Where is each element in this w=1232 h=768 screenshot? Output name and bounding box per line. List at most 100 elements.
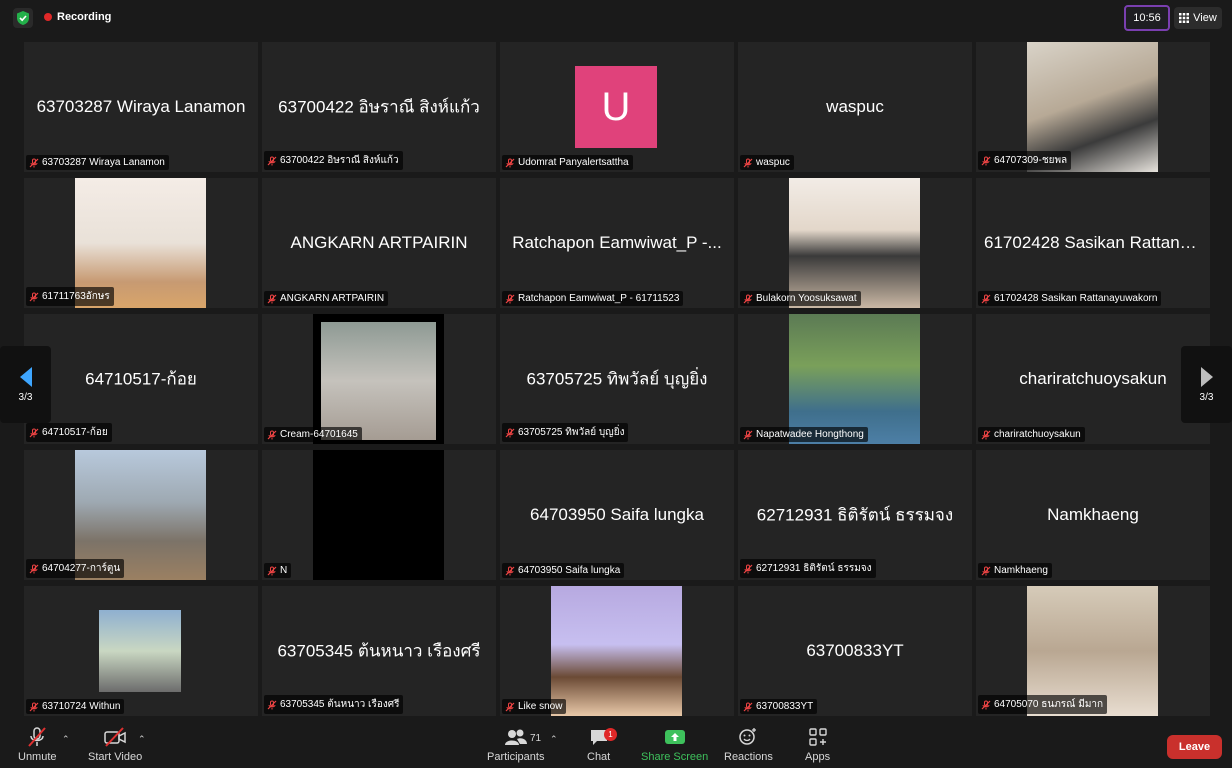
participant-photo	[313, 314, 444, 444]
next-page-button[interactable]: 3/3	[1181, 346, 1232, 423]
reactions-button[interactable]: Reactions	[724, 726, 773, 763]
participant-label: Cream-64701645	[264, 427, 362, 442]
audio-options-caret-icon[interactable]: ⌃	[62, 734, 70, 745]
participant-tile[interactable]: Namkhaeng Namkhaeng	[976, 450, 1210, 580]
mic-off-icon	[743, 294, 753, 303]
participant-tile[interactable]: ANGKARN ARTPAIRIN ANGKARN ARTPAIRIN	[262, 178, 496, 308]
participant-tile[interactable]: chariratchuoysakun chariratchuoysakun	[976, 314, 1210, 444]
participant-label: ANGKARN ARTPAIRIN	[264, 291, 389, 306]
participant-name: Bulakorn Yoosuksawat	[756, 293, 857, 304]
participant-tile[interactable]: 63705725 ทิพวัลย์ บุญยิ่ง 63705725 ทิพวั…	[500, 314, 734, 444]
participant-label: 63700422 อิษราณี สิงห์แก้ว	[264, 151, 403, 170]
share-screen-button[interactable]: Share Screen	[641, 726, 708, 763]
participant-tile[interactable]: 63703287 Wiraya Lanamon 63703287 Wiraya …	[24, 42, 258, 172]
photo-inner	[321, 322, 436, 440]
mic-off-icon	[981, 700, 991, 709]
view-button[interactable]: View	[1174, 7, 1222, 29]
participant-photo	[99, 610, 181, 692]
mic-off-icon	[505, 428, 515, 437]
participant-name: 63710724 Withun	[42, 701, 121, 712]
participant-display-name: waspuc	[826, 97, 884, 116]
video-options-caret-icon[interactable]: ⌃	[138, 734, 146, 745]
participants-icon	[504, 729, 527, 745]
participants-label: Participants	[487, 751, 545, 763]
participant-tile[interactable]: N	[262, 450, 496, 580]
participant-tile[interactable]: Bulakorn Yoosuksawat	[738, 178, 972, 308]
reactions-label: Reactions	[724, 751, 773, 763]
mic-off-icon	[267, 430, 277, 439]
participant-label: 63705725 ทิพวัลย์ บุญยิ่ง	[502, 423, 629, 442]
meeting-toolbar: Unmute ⌃ Start Video ⌃ Participants 71 ⌃…	[0, 722, 1232, 768]
mic-off-icon	[505, 702, 515, 711]
participant-tile[interactable]: 64703950 Saifa lungka 64703950 Saifa lun…	[500, 450, 734, 580]
participant-label: Like snow	[502, 699, 567, 714]
meeting-timer: 10:56	[1124, 5, 1170, 31]
participant-label: Namkhaeng	[978, 563, 1052, 578]
participant-label: 63703287 Wiraya Lanamon	[26, 155, 169, 170]
previous-page-button[interactable]: 3/3	[0, 346, 51, 423]
participant-display-name: 64703950 Saifa lungka	[530, 505, 704, 524]
mic-off-icon	[267, 566, 277, 575]
participant-tile[interactable]: waspuc waspuc	[738, 42, 972, 172]
video-off-icon	[104, 727, 126, 747]
participant-name: ANGKARN ARTPAIRIN	[280, 293, 385, 304]
apps-label: Apps	[805, 751, 831, 763]
share-screen-label: Share Screen	[641, 751, 709, 763]
participant-tile[interactable]: 61702428 Sasikan Rattana... 61702428 Sas…	[976, 178, 1210, 308]
mic-off-icon	[267, 156, 277, 165]
mic-off-icon	[505, 566, 515, 575]
view-label: View	[1193, 12, 1217, 24]
participant-tile[interactable]: 63700422 อิษราณี สิงห์แก้ว 63700422 อิษร…	[262, 42, 496, 172]
participant-label: chariratchuoysakun	[978, 427, 1085, 442]
mic-muted-icon	[28, 727, 47, 747]
participant-display-name: 62712931 ธิติรัตน์ ธรรมจง	[756, 505, 954, 525]
participant-tile[interactable]: Ratchapon Eamwiwat_P -... Ratchapon Eamw…	[500, 178, 734, 308]
participant-tile[interactable]: 64704277-การ์ตูน	[24, 450, 258, 580]
participant-display-name: 63700833YT	[806, 641, 904, 660]
chat-button[interactable]: 1 Chat	[587, 726, 617, 763]
participant-label: 61711763อักษร	[26, 287, 114, 306]
participant-tile[interactable]: 64707309-ชยพล	[976, 42, 1210, 172]
participant-name: 61702428 Sasikan Rattanayuwakorn	[994, 293, 1158, 304]
security-shield-icon[interactable]	[13, 8, 33, 28]
participant-tile[interactable]: U Udomrat Panyalertsattha	[500, 42, 734, 172]
participant-label: 63705345 ต้นหนาว เรืองศรี	[264, 695, 404, 714]
participants-caret-icon[interactable]: ⌃	[550, 734, 558, 745]
mic-off-icon	[267, 700, 277, 709]
top-bar: Recording 10:56 View	[0, 0, 1232, 36]
participant-display-name: 63705725 ทิพวัลย์ บุญยิ่ง	[526, 369, 708, 389]
apps-icon	[808, 728, 827, 746]
chat-label: Chat	[587, 751, 611, 763]
participant-label: Napatwadee Hongthong	[740, 427, 868, 442]
participant-tile[interactable]: Like snow	[500, 586, 734, 716]
share-screen-icon	[664, 730, 685, 744]
participant-tile[interactable]: 62712931 ธิติรัตน์ ธรรมจง 62712931 ธิติร…	[738, 450, 972, 580]
participant-name: Ratchapon Eamwiwat_P - 61711523	[518, 293, 680, 304]
participant-tile[interactable]: 64710517-ก้อย 64710517-ก้อย	[24, 314, 258, 444]
participant-tile[interactable]: 63705345 ต้นหนาว เรืองศรี 63705345 ต้นหน…	[262, 586, 496, 716]
recording-label: Recording	[57, 11, 112, 23]
unmute-button[interactable]: Unmute	[18, 726, 57, 763]
participant-tile[interactable]: 61711763อักษร	[24, 178, 258, 308]
apps-button[interactable]: Apps	[805, 726, 830, 763]
mic-off-icon	[743, 702, 753, 711]
start-video-button[interactable]: Start Video	[88, 726, 142, 763]
mic-off-icon	[29, 702, 39, 711]
participant-tile[interactable]: 63710724 Withun	[24, 586, 258, 716]
mic-off-icon	[743, 158, 753, 167]
unmute-label: Unmute	[18, 751, 57, 763]
participant-tile[interactable]: 63700833YT 63700833YT	[738, 586, 972, 716]
participant-label: Bulakorn Yoosuksawat	[740, 291, 861, 306]
participant-name: Like snow	[518, 701, 563, 712]
leave-button[interactable]: Leave	[1167, 735, 1222, 759]
participant-photo	[551, 586, 682, 716]
participants-button[interactable]: Participants	[487, 726, 544, 763]
participant-name: Cream-64701645	[280, 429, 358, 440]
recording-indicator[interactable]: Recording	[44, 11, 111, 23]
participant-tile[interactable]: Cream-64701645	[262, 314, 496, 444]
participant-tile[interactable]: 64705070 ธนภรณ์ มีมาก	[976, 586, 1210, 716]
reactions-icon	[739, 728, 757, 745]
mic-off-icon	[981, 566, 991, 575]
participant-photo	[789, 314, 920, 444]
participant-tile[interactable]: Napatwadee Hongthong	[738, 314, 972, 444]
